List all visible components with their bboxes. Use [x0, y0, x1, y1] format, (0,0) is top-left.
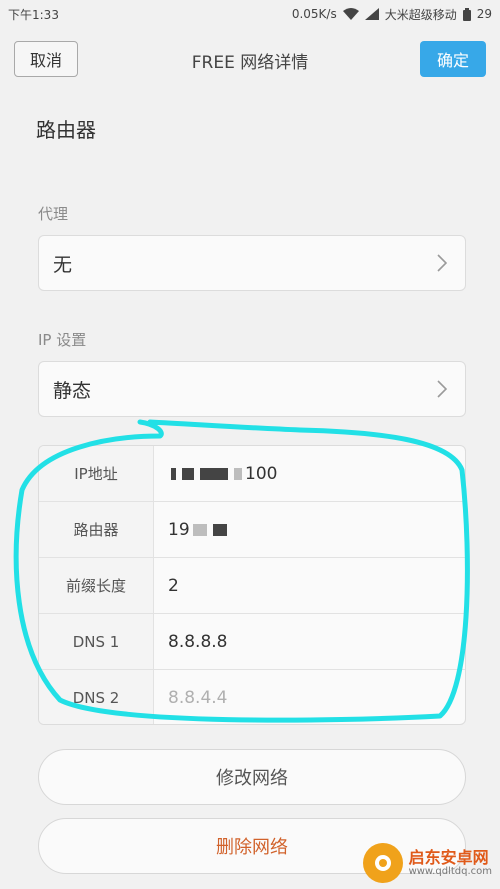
watermark-url: www.qdltdq.com	[408, 866, 492, 878]
prefix-value: 2	[168, 575, 179, 596]
dns1-value: 8.8.8.8	[168, 631, 228, 652]
confirm-button[interactable]: 确定	[420, 41, 486, 77]
proxy-value: 无	[53, 253, 73, 276]
chevron-right-icon	[437, 380, 447, 398]
prefix-length-field[interactable]: 2	[154, 558, 465, 613]
redaction-mark	[212, 523, 227, 536]
ip-address-field[interactable]: 100	[154, 446, 465, 501]
watermark-title: 启东安卓网	[408, 847, 489, 867]
dns2-field[interactable]: 8.8.4.4	[154, 670, 465, 724]
status-carrier: 大米超级移动	[384, 7, 457, 22]
router-label: 路由器	[36, 118, 96, 142]
ip-settings-value: 静态	[53, 379, 92, 402]
proxy-section-label: 代理	[38, 205, 69, 223]
ip-key: DNS 2	[39, 670, 154, 724]
battery-icon	[462, 7, 471, 21]
watermark: 启东安卓网 www.qdltdq.com	[362, 843, 492, 883]
router-value: 19	[168, 519, 190, 540]
ip-row-dns2: DNS 2 8.8.4.4	[39, 670, 465, 724]
redaction-mark	[200, 467, 228, 480]
redaction-mark	[171, 467, 176, 480]
status-bar: 下午1:33 0.05K/s 大米超级移动 29	[0, 0, 500, 28]
signal-icon	[364, 8, 379, 20]
watermark-text: 启东安卓网 www.qdltdq.com	[409, 849, 492, 878]
status-speed: 0.05K/s	[291, 7, 337, 21]
chevron-right-icon	[437, 254, 447, 272]
ip-row-dns1: DNS 1 8.8.8.8	[39, 614, 465, 670]
redaction-mark	[192, 523, 207, 536]
ip-settings-section-label: IP 设置	[38, 331, 87, 349]
ip-key: 前缀长度	[39, 558, 154, 613]
ip-key: DNS 1	[39, 614, 154, 669]
status-time: 下午1:33	[8, 7, 59, 22]
ip-key: IP地址	[39, 446, 154, 501]
status-right: 0.05K/s 大米超级移动 29	[292, 6, 492, 23]
redaction-mark	[234, 467, 242, 480]
dns1-field[interactable]: 8.8.8.8	[154, 614, 465, 669]
header: 取消 FREE 网络详情 确定	[0, 36, 500, 84]
ip-row-router: 路由器 19	[39, 502, 465, 558]
ip-row-prefix: 前缀长度 2	[39, 558, 465, 614]
ip-value: 100	[245, 463, 278, 484]
modify-network-button[interactable]: 修改网络	[38, 749, 466, 805]
ip-key: 路由器	[39, 502, 154, 557]
ip-settings-select[interactable]: 静态	[38, 361, 466, 417]
dns2-value: 8.8.4.4	[168, 688, 228, 708]
redaction-mark	[182, 467, 194, 480]
proxy-select[interactable]: 无	[38, 235, 466, 291]
ip-row-address: IP地址 100	[39, 446, 465, 502]
ip-config-table: IP地址 100 路由器 19 前缀长度 2 DNS 1 8.8.8.8 DNS…	[38, 445, 466, 725]
watermark-logo-icon	[362, 843, 403, 883]
wifi-icon	[342, 8, 359, 20]
battery-level: 29	[476, 7, 492, 21]
router-field[interactable]: 19	[154, 502, 465, 557]
